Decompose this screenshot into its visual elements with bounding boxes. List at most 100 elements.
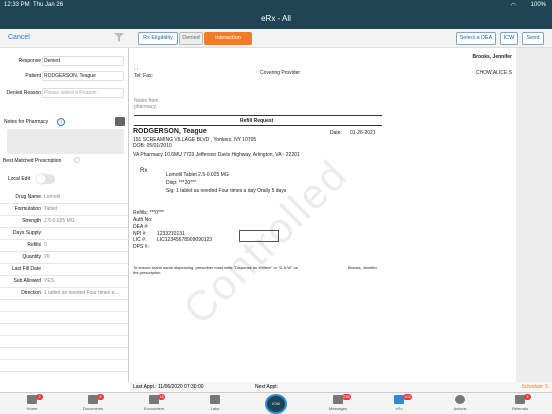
tel-fax: Tel: Fax: [134,73,153,79]
quantity-value[interactable]: 20 [44,254,50,260]
response-row: Response Denied [0,55,128,67]
tab-labs[interactable]: Labs [195,395,235,413]
notification-badge: 235 [342,394,351,400]
lic-label: LIC #: [133,237,147,243]
tab-encounters[interactable]: Encounters 15 [134,394,174,413]
divider [134,125,382,126]
notes-from-pharmacy: Notes from pharmacy: [134,98,159,110]
flask-icon [210,395,220,404]
divider [0,347,128,348]
notification-badge: 6 [97,394,104,400]
refills-value[interactable]: 0 [44,242,47,248]
refill-request-title: Refill Request [240,118,274,124]
formulation-value[interactable]: Tablet [44,206,57,212]
last-fill-row: Last Fill Date [0,263,128,275]
disclaimer-text: To ensure brand name dispensing, prescri… [133,265,299,275]
filter-icon[interactable] [114,33,124,42]
drug-name-value[interactable]: Lomotil [44,194,60,200]
notification-badge: 2 [36,394,43,400]
select-dea-button[interactable]: Select a DEA [456,32,496,45]
wifi-icon: ◠ [510,3,516,9]
tab-documents[interactable]: Documents 6 [73,394,113,413]
tab-interaction[interactable]: Interaction [204,32,252,45]
keyboard-icon[interactable] [115,117,125,126]
last-fill-label: Last Fill Date [11,266,41,272]
direction-label: Direction [21,290,41,296]
best-matched-label: Best Matched Prescription [3,158,62,164]
tab-rx-eligibility[interactable]: Rx Eligibility [138,32,178,45]
lic-value: LIC12345678909090123 [157,237,213,243]
signature-box [239,230,279,242]
status-bar: 12:33 PM Thu Jan 26 ◠ 100% [0,0,552,10]
tab-erx[interactable]: eRx 102 [379,394,419,413]
sub-allowed-row: Sub Allowed YES [0,275,128,287]
sub-allowed-value[interactable]: YES [44,278,54,284]
tab-actions[interactable]: Actions [440,395,480,413]
patient-value: RODGERSON, Teague [44,73,96,79]
drug-name-label: Drug Name [15,194,41,200]
notification-badge: 4 [524,394,531,400]
direction-row: Direction 1 tablet as needed Four times … [0,287,128,299]
days-supply-row: Days Supply [0,227,128,239]
patient-label: Patient [25,73,41,79]
prescription-document: Brooks, Jennifer , , Tel: Fax: Covering … [130,48,516,382]
send-button[interactable]: Send [522,32,544,45]
schedule-count[interactable]: Schedule: 5 [522,384,548,390]
tab-label: eRx [395,406,403,411]
patient-dob: DOB: 05/01/2010 [133,143,172,149]
tab-label: Documents [82,406,104,411]
top-nav-bar: 12:33 PM Thu Jan 26 ◠ 100% eRx - All [0,0,552,29]
tab-label: Encounters [143,406,165,411]
provider-address: , , [134,65,139,71]
tab-messages[interactable]: Messages 235 [318,394,358,413]
prescription-preview: Brooks, Jennifer , , Tel: Fax: Covering … [130,48,552,382]
tab-label: Labs [210,406,220,411]
sig-line: Sig: 1 tablet as needed Four times a day… [166,188,287,194]
drug-name-row: Drug Name Lomotil [0,191,128,203]
rx-symbol: Rx [140,168,148,174]
date-label: Date: [330,130,342,136]
strength-label: Strength [22,218,41,224]
tab-denied[interactable]: Denied [179,32,203,45]
appointment-info-bar: Last Appt.: 11/06/2020 07:30:00 Next App… [130,382,552,392]
pharmacy-info: VA Pharmacy 10.6MU 7723 Jefferson Davis … [133,152,300,158]
refills-line: Refills: ***0*** [133,210,164,216]
page-title: eRx - All [261,14,291,23]
dps-number: DPS #: [133,244,149,250]
icw-button[interactable]: ICW [500,32,518,45]
info-icon[interactable]: i [57,118,65,126]
denied-reason-placeholder: Please select a Reason [44,90,97,96]
denied-reason-row: Denied Reason Please select a Reason [0,87,128,99]
notes-for-pharmacy-input[interactable] [7,129,124,154]
date-value: 01-26-2021 [350,130,376,136]
direction-value[interactable]: 1 tablet as needed Four times a... [44,290,119,296]
tab-home[interactable]: Home 2 [12,394,52,413]
strength-row: Strength 2.5-0.025 MG [0,215,128,227]
tab-label: Referrals [511,406,529,411]
divider [0,359,128,360]
icw-center-button[interactable]: ICW [265,394,287,414]
action-toolbar: Cancel Rx Eligibility Denied Interaction… [0,29,552,48]
best-matched-radio[interactable] [74,157,80,163]
disp-line: Disp: ***20*** [166,180,197,186]
refills-row: Refills 0 [0,239,128,251]
response-value: Denied [44,58,60,64]
quantity-label: Quantity [22,254,41,260]
formulation-row: Formulation Tablet [0,203,128,215]
divider [0,311,128,312]
tab-label: Home [26,406,38,411]
quantity-row: Quantity 20 [0,251,128,263]
notes-for-pharmacy-label: Notes for Pharmacy [4,119,49,125]
notification-badge: 102 [403,394,412,400]
strength-value[interactable]: 2.5-0.025 MG [44,218,75,224]
days-supply-label: Days Supply [12,230,41,236]
cancel-button[interactable]: Cancel [8,34,30,41]
next-appointment: Next Appt: [255,384,279,390]
tab-label: Actions [453,406,467,411]
local-edit-toggle[interactable] [36,174,55,184]
tab-referrals[interactable]: Referrals 4 [500,394,540,413]
response-label: Response [18,58,41,64]
divider [0,299,128,300]
star-icon [455,395,465,404]
local-edit-label: Local Edit [8,176,30,182]
